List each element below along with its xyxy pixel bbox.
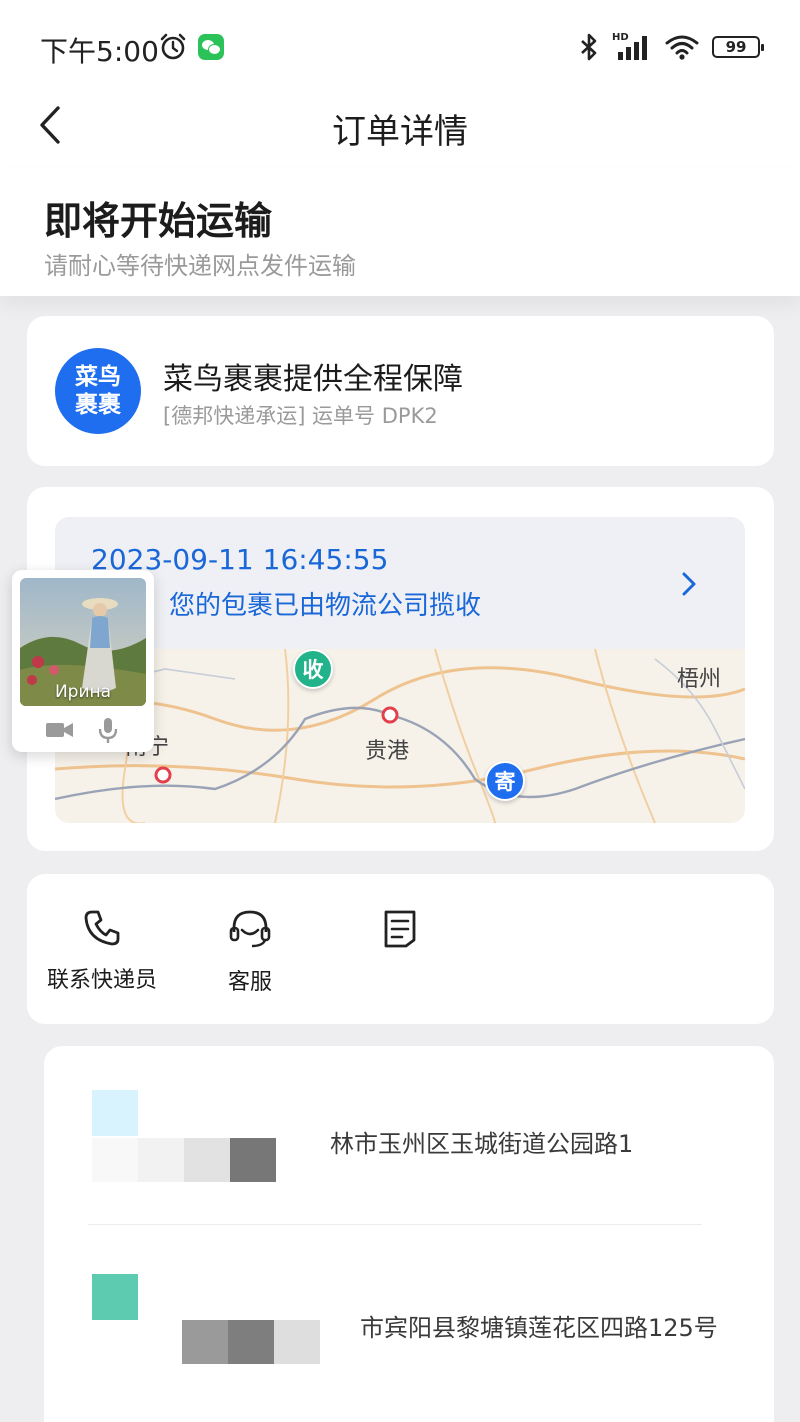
carrier-waybill-text: [德邦快递承运] 运单号 DPK2 [163, 404, 438, 428]
map-city-label: 梧州 [677, 667, 722, 692]
sender-tag-icon [92, 1090, 138, 1136]
action-label: 联系快递员 [46, 968, 157, 993]
latest-tracking-event[interactable]: 2023-09-11 16:45:55 林市】您的包裹已由物流公司揽收 [55, 517, 745, 649]
battery-icon: 99 [712, 36, 764, 58]
bluetooth-icon [581, 33, 597, 61]
microphone-icon[interactable] [92, 716, 124, 744]
order-status-header: 即将开始运输 请耐心等待快递网点发件运输 [0, 168, 800, 296]
customer-service-button[interactable]: 客服 [175, 908, 325, 996]
route-map[interactable]: 南宁 贵港 梧州 收 寄 [55, 649, 745, 823]
caller-video-thumbnail: Ирина [20, 578, 146, 706]
wechat-icon [198, 34, 224, 60]
battery-level: 99 [725, 38, 747, 56]
insurance-card[interactable]: 菜鸟 裹裹 菜鸟裹裹提供全程保障 [德邦快递承运] 运单号 DPK2 [27, 316, 774, 466]
tracking-panel: 2023-09-11 16:45:55 林市】您的包裹已由物流公司揽收 南宁 [55, 517, 745, 823]
phone-icon [84, 910, 120, 946]
order-status-subtitle: 请耐心等待快递网点发件运输 [44, 252, 356, 280]
contact-courier-button[interactable]: 联系快递员 [27, 908, 177, 994]
video-call-window[interactable]: Ирина [12, 570, 154, 752]
video-camera-icon[interactable] [44, 716, 76, 744]
action-label: 客服 [227, 970, 272, 995]
redacted-name [92, 1138, 276, 1182]
headset-icon [229, 910, 271, 948]
logo-line-2: 裹裹 [75, 392, 121, 418]
address-divider [88, 1224, 702, 1225]
document-icon [384, 910, 416, 948]
logo-line-1: 菜鸟 [75, 364, 121, 390]
insurance-title: 菜鸟裹裹提供全程保障 [163, 362, 463, 397]
send-pin: 寄 [485, 761, 525, 801]
alarm-icon [160, 33, 186, 60]
cainiao-logo: 菜鸟 裹裹 [55, 348, 141, 434]
caller-name: Ирина [54, 682, 112, 702]
status-bar: 下午5:00 HD 99 [0, 0, 800, 90]
status-time: 下午5:00 [40, 35, 159, 68]
redacted-name [182, 1320, 320, 1364]
order-document-button[interactable] [325, 908, 475, 964]
address-card: 林市玉州区玉城街道公园路1 市宾阳县黎塘镇莲花区四路125号 [44, 1046, 774, 1422]
sender-address-row[interactable]: 林市玉州区玉城街道公园路1 [44, 1046, 774, 1226]
sender-address-text: 林市玉州区玉城街道公园路1 [330, 1130, 634, 1158]
page-title: 订单详情 [332, 112, 468, 152]
chevron-right-icon [682, 572, 696, 596]
nav-bar: 订单详情 [0, 90, 800, 168]
map-city-label: 贵港 [365, 739, 410, 764]
receive-pin: 收 [293, 649, 333, 689]
receiver-address-row[interactable]: 市宾阳县黎塘镇莲花区四路125号 [44, 1230, 774, 1410]
signal-icon: HD [612, 32, 652, 62]
actions-card: 联系快递员 客服 [27, 874, 774, 1024]
order-status-title: 即将开始运输 [44, 199, 273, 243]
wifi-icon [665, 35, 699, 60]
network-type-label: HD [612, 32, 629, 43]
receiver-tag-icon [92, 1274, 138, 1320]
receiver-address-text: 市宾阳县黎塘镇莲花区四路125号 [360, 1314, 718, 1342]
